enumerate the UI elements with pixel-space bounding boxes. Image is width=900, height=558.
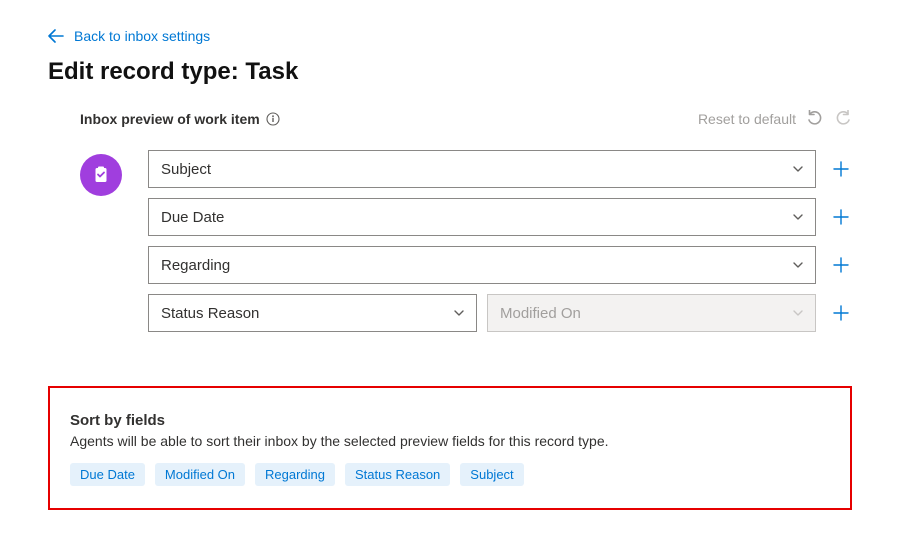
undo-icon[interactable]	[806, 110, 824, 128]
preview-field-value-1: Due Date	[161, 209, 224, 226]
task-type-icon	[80, 154, 122, 196]
preview-field-select-1[interactable]: Due Date	[148, 198, 816, 236]
chevron-down-icon	[791, 210, 805, 224]
add-field-button[interactable]	[830, 206, 852, 228]
sort-title: Sort by fields	[70, 412, 830, 429]
sort-field-chip[interactable]: Subject	[460, 463, 523, 486]
add-field-button[interactable]	[830, 254, 852, 276]
back-to-inbox-link[interactable]: Back to inbox settings	[48, 28, 210, 44]
preview-field-value-3a: Status Reason	[161, 305, 259, 322]
chevron-down-icon	[452, 306, 466, 320]
redo-icon[interactable]	[834, 110, 852, 128]
chevron-down-icon	[791, 162, 805, 176]
chevron-down-icon	[791, 306, 805, 320]
page-title: Edit record type: Task	[48, 58, 852, 86]
back-link-label: Back to inbox settings	[74, 28, 210, 44]
preview-field-select-2[interactable]: Regarding	[148, 246, 816, 284]
chevron-down-icon	[791, 258, 805, 272]
reset-to-default-link[interactable]: Reset to default	[698, 111, 796, 127]
sort-field-chip[interactable]: Due Date	[70, 463, 145, 486]
preview-field-value-2: Regarding	[161, 257, 230, 274]
add-field-button[interactable]	[830, 302, 852, 324]
add-field-button[interactable]	[830, 158, 852, 180]
preview-field-select-3b: Modified On	[487, 294, 816, 332]
info-icon[interactable]	[266, 112, 280, 126]
sort-field-chip[interactable]: Modified On	[155, 463, 245, 486]
preview-section-label-text: Inbox preview of work item	[80, 111, 260, 127]
preview-field-select-3a[interactable]: Status Reason	[148, 294, 477, 332]
arrow-left-icon	[48, 29, 64, 43]
preview-field-value-3b: Modified On	[500, 305, 581, 322]
sort-by-fields-panel: Sort by fields Agents will be able to so…	[48, 386, 852, 510]
sort-field-chip[interactable]: Regarding	[255, 463, 335, 486]
sort-description: Agents will be able to sort their inbox …	[70, 433, 830, 449]
preview-field-value-0: Subject	[161, 161, 211, 178]
preview-section-label: Inbox preview of work item	[80, 111, 280, 127]
sort-field-chip[interactable]: Status Reason	[345, 463, 450, 486]
preview-field-select-0[interactable]: Subject	[148, 150, 816, 188]
